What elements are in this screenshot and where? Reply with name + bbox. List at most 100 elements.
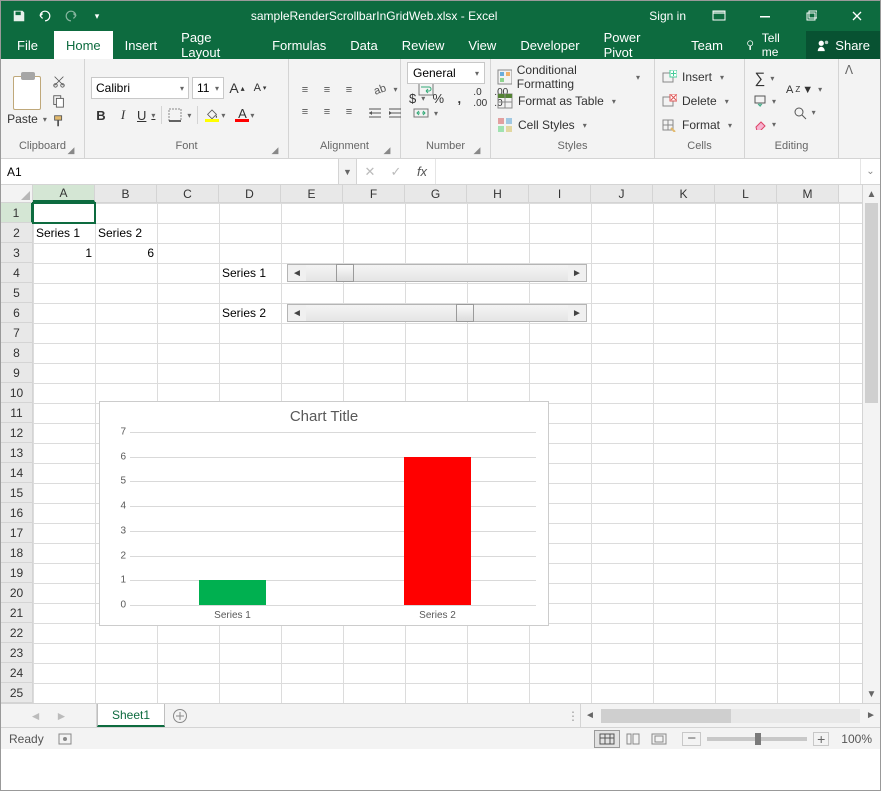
sign-in-link[interactable]: Sign in — [639, 1, 696, 31]
page-break-view-icon[interactable] — [646, 730, 672, 748]
scroll-up-icon[interactable]: ▲ — [863, 185, 880, 203]
row-header-13[interactable]: 13 — [1, 443, 33, 463]
scrollbar-series2-right-arrow[interactable]: ► — [568, 305, 586, 321]
font-name-combo[interactable]: Calibri▾ — [91, 77, 189, 99]
active-cell[interactable] — [33, 203, 95, 223]
row-header-2[interactable]: 2 — [1, 223, 33, 243]
restore-button[interactable] — [788, 1, 834, 31]
formula-input[interactable] — [436, 159, 860, 184]
cancel-formula-icon[interactable]: ✕ — [357, 164, 383, 180]
sheet-nav-next-icon[interactable]: ► — [56, 709, 68, 723]
number-dialog-launcher[interactable]: ◢ — [470, 143, 484, 157]
tab-developer[interactable]: Developer — [508, 31, 591, 59]
column-header-B[interactable]: B — [95, 185, 157, 202]
align-center-icon[interactable]: ≡ — [317, 102, 337, 122]
macro-recording-icon[interactable] — [58, 732, 72, 746]
row-header-4[interactable]: 4 — [1, 263, 33, 283]
orientation-icon[interactable]: ab▾ — [365, 79, 405, 99]
minimize-button[interactable] — [742, 1, 788, 31]
cell-D4[interactable]: Series 1 — [219, 263, 281, 283]
row-header-17[interactable]: 17 — [1, 523, 33, 543]
scrollbar-series2[interactable]: ◄► — [287, 304, 587, 322]
scroll-down-icon[interactable]: ▼ — [863, 685, 880, 703]
sheet-tab-active[interactable]: Sheet1 — [97, 704, 165, 727]
column-header-M[interactable]: M — [777, 185, 839, 202]
align-middle-icon[interactable]: ≡ — [317, 80, 337, 100]
format-painter-icon[interactable] — [51, 113, 67, 129]
clear-icon[interactable]: ▾ — [751, 114, 778, 134]
collapse-ribbon-icon[interactable]: ᐱ — [839, 59, 859, 158]
font-size-combo[interactable]: 11▾ — [192, 77, 224, 99]
scrollbar-series1-right-arrow[interactable]: ► — [568, 265, 586, 281]
horizontal-scrollbar[interactable]: ◄ ► — [580, 704, 880, 727]
row-header-15[interactable]: 15 — [1, 483, 33, 503]
number-format-combo[interactable]: General▾ — [407, 62, 485, 84]
fill-icon[interactable]: ▾ — [751, 91, 778, 111]
align-left-icon[interactable]: ≡ — [295, 102, 315, 122]
scroll-left-icon[interactable]: ◄ — [581, 710, 599, 721]
tab-home[interactable]: Home — [54, 31, 113, 59]
row-header-25[interactable]: 25 — [1, 683, 33, 703]
vertical-scroll-thumb[interactable] — [865, 203, 878, 403]
name-box-dropdown-icon[interactable]: ▼ — [338, 159, 356, 184]
tab-team[interactable]: Team — [679, 31, 735, 59]
tell-me-search[interactable]: Tell me — [735, 31, 806, 59]
column-header-L[interactable]: L — [715, 185, 777, 202]
tab-insert[interactable]: Insert — [113, 31, 170, 59]
font-dialog-launcher[interactable]: ◢ — [268, 143, 282, 157]
row-header-23[interactable]: 23 — [1, 643, 33, 663]
column-header-E[interactable]: E — [281, 185, 343, 202]
conditional-formatting-button[interactable]: Conditional Formatting▾ — [497, 66, 648, 88]
zoom-slider[interactable] — [707, 737, 807, 741]
tab-formulas[interactable]: Formulas — [260, 31, 338, 59]
cell-B2[interactable]: Series 2 — [95, 223, 157, 243]
tab-power-pivot[interactable]: Power Pivot — [592, 31, 680, 59]
cell-A2[interactable]: Series 1 — [33, 223, 95, 243]
column-header-D[interactable]: D — [219, 185, 281, 202]
cell-B3[interactable]: 6 — [95, 243, 157, 263]
cell-styles-button[interactable]: Cell Styles▾ — [497, 114, 648, 136]
column-header-G[interactable]: G — [405, 185, 467, 202]
qat-customize-icon[interactable]: ▾ — [85, 4, 109, 28]
align-top-icon[interactable]: ≡ — [295, 80, 315, 100]
row-header-12[interactable]: 12 — [1, 423, 33, 443]
decrease-font-icon[interactable]: A▾ — [250, 78, 270, 98]
insert-cells-button[interactable]: Insert▾ — [661, 66, 740, 88]
row-header-19[interactable]: 19 — [1, 563, 33, 583]
scrollbar-series1-left-arrow[interactable]: ◄ — [288, 265, 306, 281]
fill-color-button[interactable]: ▾ — [202, 105, 222, 125]
clipboard-dialog-launcher[interactable]: ◢ — [64, 143, 78, 157]
format-as-table-button[interactable]: Format as Table▾ — [497, 90, 648, 112]
tab-data[interactable]: Data — [338, 31, 389, 59]
row-header-7[interactable]: 7 — [1, 323, 33, 343]
row-header-10[interactable]: 10 — [1, 383, 33, 403]
zoom-level[interactable]: 100% — [841, 732, 872, 746]
row-header-9[interactable]: 9 — [1, 363, 33, 383]
tab-view[interactable]: View — [456, 31, 508, 59]
save-icon[interactable] — [7, 4, 31, 28]
paste-button[interactable]: Paste ▾ — [7, 76, 47, 126]
column-header-A[interactable]: A — [33, 185, 95, 202]
font-color-button[interactable]: A ▾ — [232, 105, 252, 125]
scrollbar-series2-left-arrow[interactable]: ◄ — [288, 305, 306, 321]
column-header-I[interactable]: I — [529, 185, 591, 202]
decrease-indent-icon[interactable] — [365, 103, 385, 123]
sheet-nav-prev-icon[interactable]: ◄ — [30, 709, 42, 723]
ribbon-display-options-icon[interactable] — [696, 1, 742, 31]
scrollbar-series1-thumb[interactable] — [336, 264, 354, 282]
align-right-icon[interactable]: ≡ — [339, 102, 359, 122]
cell-D6[interactable]: Series 2 — [219, 303, 281, 323]
align-bottom-icon[interactable]: ≡ — [339, 80, 359, 100]
new-sheet-button[interactable] — [165, 704, 195, 727]
increase-decimal-icon[interactable]: .0.00 — [470, 88, 490, 108]
accounting-format-icon[interactable]: $▾ — [407, 88, 427, 108]
underline-button[interactable]: U▾ — [135, 105, 157, 125]
tab-scroll-splitter[interactable]: ⋮ — [566, 704, 580, 727]
autosum-icon[interactable]: ∑▾ — [751, 68, 778, 88]
increase-font-icon[interactable]: A▴ — [227, 78, 247, 98]
zoom-in-icon[interactable]: + — [813, 732, 829, 746]
delete-cells-button[interactable]: Delete▾ — [661, 90, 740, 112]
cells-area[interactable]: Series 1Series 216Series 1Series 2◄►◄►Ch… — [33, 203, 862, 703]
normal-view-icon[interactable] — [594, 730, 620, 748]
row-header-21[interactable]: 21 — [1, 603, 33, 623]
